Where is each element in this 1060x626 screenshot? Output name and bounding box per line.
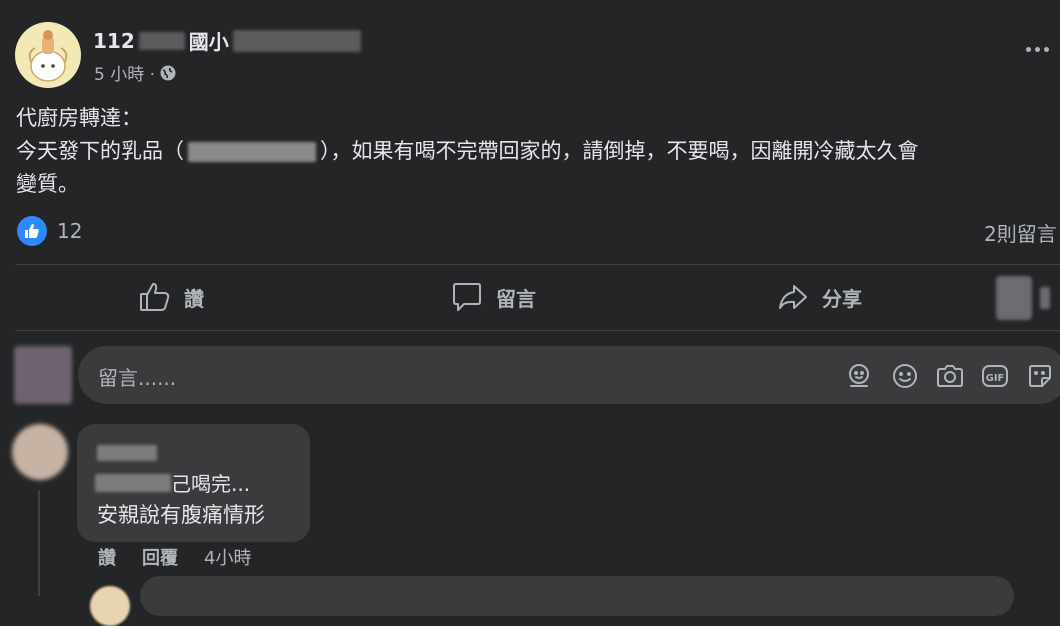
redacted-block xyxy=(97,444,157,461)
reaction-avatar-picker[interactable] xyxy=(996,276,1050,320)
comment-label: 留言 xyxy=(496,286,536,311)
post-line-1: 代廚房轉達： xyxy=(16,106,142,130)
like-label: 讚 xyxy=(184,286,204,311)
comment-reply-link[interactable]: 回覆 xyxy=(142,544,178,570)
more-options-button[interactable] xyxy=(1026,42,1058,56)
comment-bubble: 己喝完... 安親說有腹痛情形 xyxy=(77,424,310,542)
divider xyxy=(15,330,1060,331)
comment-like-link[interactable]: 讚 xyxy=(98,544,116,570)
svg-text:GIF: GIF xyxy=(986,373,1005,384)
comment-actions: 讚 回覆 4小時 xyxy=(98,544,251,570)
page-name[interactable]: 112 國小 xyxy=(93,26,361,55)
emoji-icon[interactable] xyxy=(891,362,919,390)
globe-icon xyxy=(160,65,176,80)
redacted-block xyxy=(188,142,316,162)
camera-icon[interactable] xyxy=(935,362,965,390)
comment-text-line-1: 己喝完... xyxy=(95,468,250,497)
share-button[interactable]: 分享 xyxy=(776,280,862,314)
like-reaction-icon xyxy=(17,216,47,246)
more-dots-icon xyxy=(1026,46,1049,52)
commenter-name[interactable] xyxy=(97,442,157,461)
comment-text-1: 己喝完... xyxy=(171,472,251,496)
reply-composer[interactable] xyxy=(140,576,1014,616)
comment-button[interactable]: 留言 xyxy=(450,280,536,314)
timestamp-text: 5 小時 · xyxy=(94,65,156,85)
post-line-2: 今天發下的乳品（ ），如果有喝不完帶回家的，請倒掉，不要喝，因離開冷藏太久會 xyxy=(16,135,919,168)
reply-avatar xyxy=(90,586,130,626)
post-line-2-end: ），如果有喝不完帶回家的，請倒掉，不要喝，因離開冷藏太久會 xyxy=(320,139,919,163)
commenter-avatar[interactable] xyxy=(12,424,68,480)
facebook-post-screenshot: { "post": { "author_prefix": "112", "aut… xyxy=(0,0,1060,626)
reactions-summary[interactable]: 12 xyxy=(17,216,82,246)
redacted-block xyxy=(138,31,185,50)
like-button[interactable]: 讚 xyxy=(138,280,204,314)
thread-line xyxy=(38,490,40,596)
post-line-3: 變質。 xyxy=(16,172,79,196)
page-avatar[interactable] xyxy=(15,22,81,88)
post-body: 代廚房轉達： 今天發下的乳品（ ），如果有喝不完帶回家的，請倒掉，不要喝，因離開冷… xyxy=(16,102,919,201)
post-timestamp[interactable]: 5 小時 · xyxy=(94,60,177,85)
comment-count[interactable]: 2則留言 xyxy=(984,218,1057,247)
page-name-prefix: 112 xyxy=(93,28,135,53)
redacted-block xyxy=(232,29,361,52)
redacted-avatar xyxy=(996,276,1032,320)
comment-time[interactable]: 4小時 xyxy=(204,544,251,570)
divider xyxy=(15,264,1060,265)
share-arrow-icon xyxy=(779,285,807,309)
page-name-mid: 國小 xyxy=(188,30,229,54)
redacted-block xyxy=(95,473,171,492)
avatar-sticker-icon[interactable] xyxy=(845,362,873,390)
sticker-icon[interactable] xyxy=(1026,362,1054,390)
share-label: 分享 xyxy=(822,286,862,311)
comment-composer[interactable]: 留言...... GIF xyxy=(78,346,1060,404)
redacted-block xyxy=(1040,287,1050,309)
gif-icon[interactable]: GIF xyxy=(980,362,1010,390)
like-count: 12 xyxy=(57,219,83,243)
post-line-2-start: 今天發下的乳品（ xyxy=(16,139,184,163)
comment-text-line-2: 安親說有腹痛情形 xyxy=(97,503,265,527)
comment-input[interactable]: 留言...... xyxy=(98,362,176,391)
comment-bubble-icon xyxy=(453,283,481,311)
viewer-avatar xyxy=(14,346,72,404)
thumbs-up-icon xyxy=(140,283,170,311)
